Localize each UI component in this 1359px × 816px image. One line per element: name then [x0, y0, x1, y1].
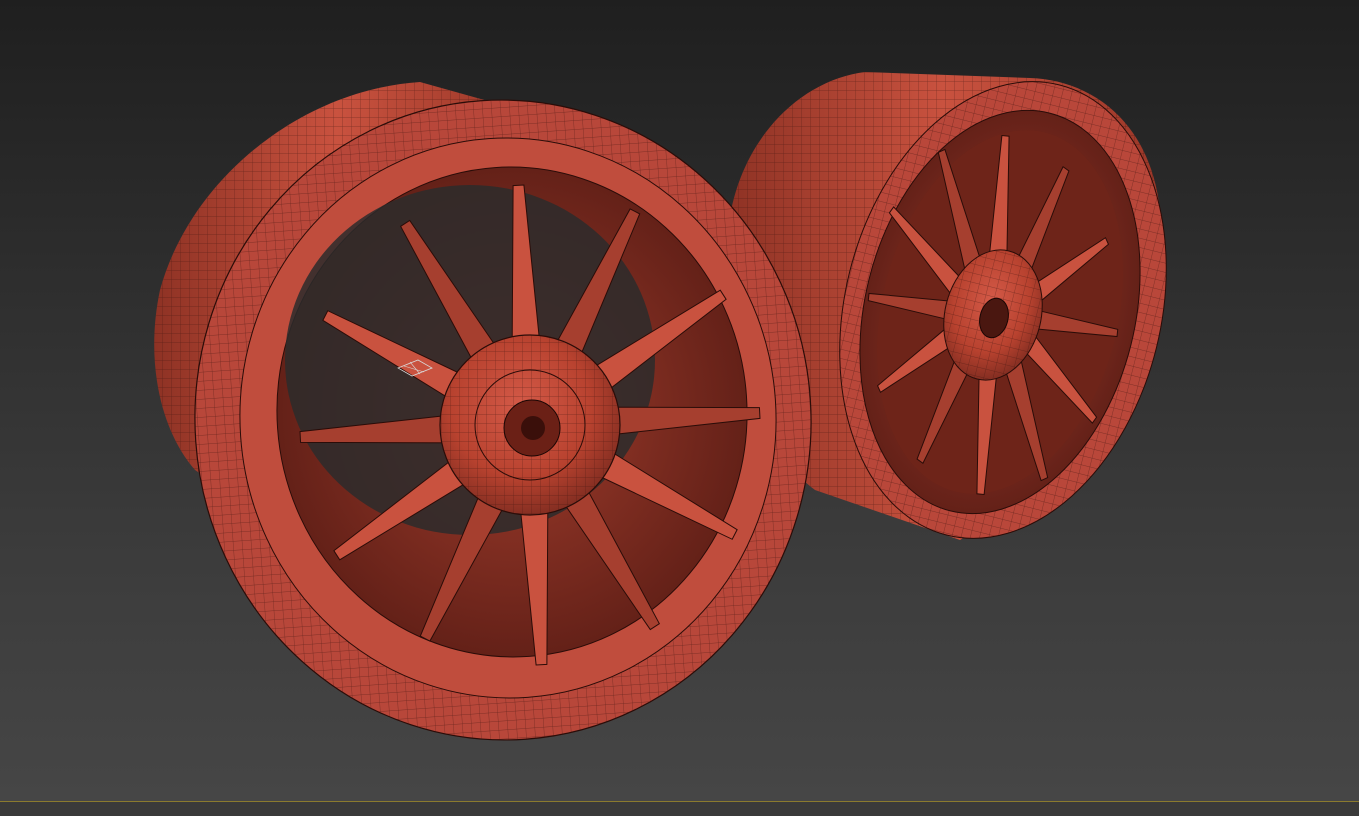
wheel-rim-front[interactable]: [154, 79, 832, 760]
3d-viewport[interactable]: [0, 0, 1359, 801]
viewport-scene[interactable]: [0, 0, 1359, 801]
status-bar: [0, 802, 1359, 816]
